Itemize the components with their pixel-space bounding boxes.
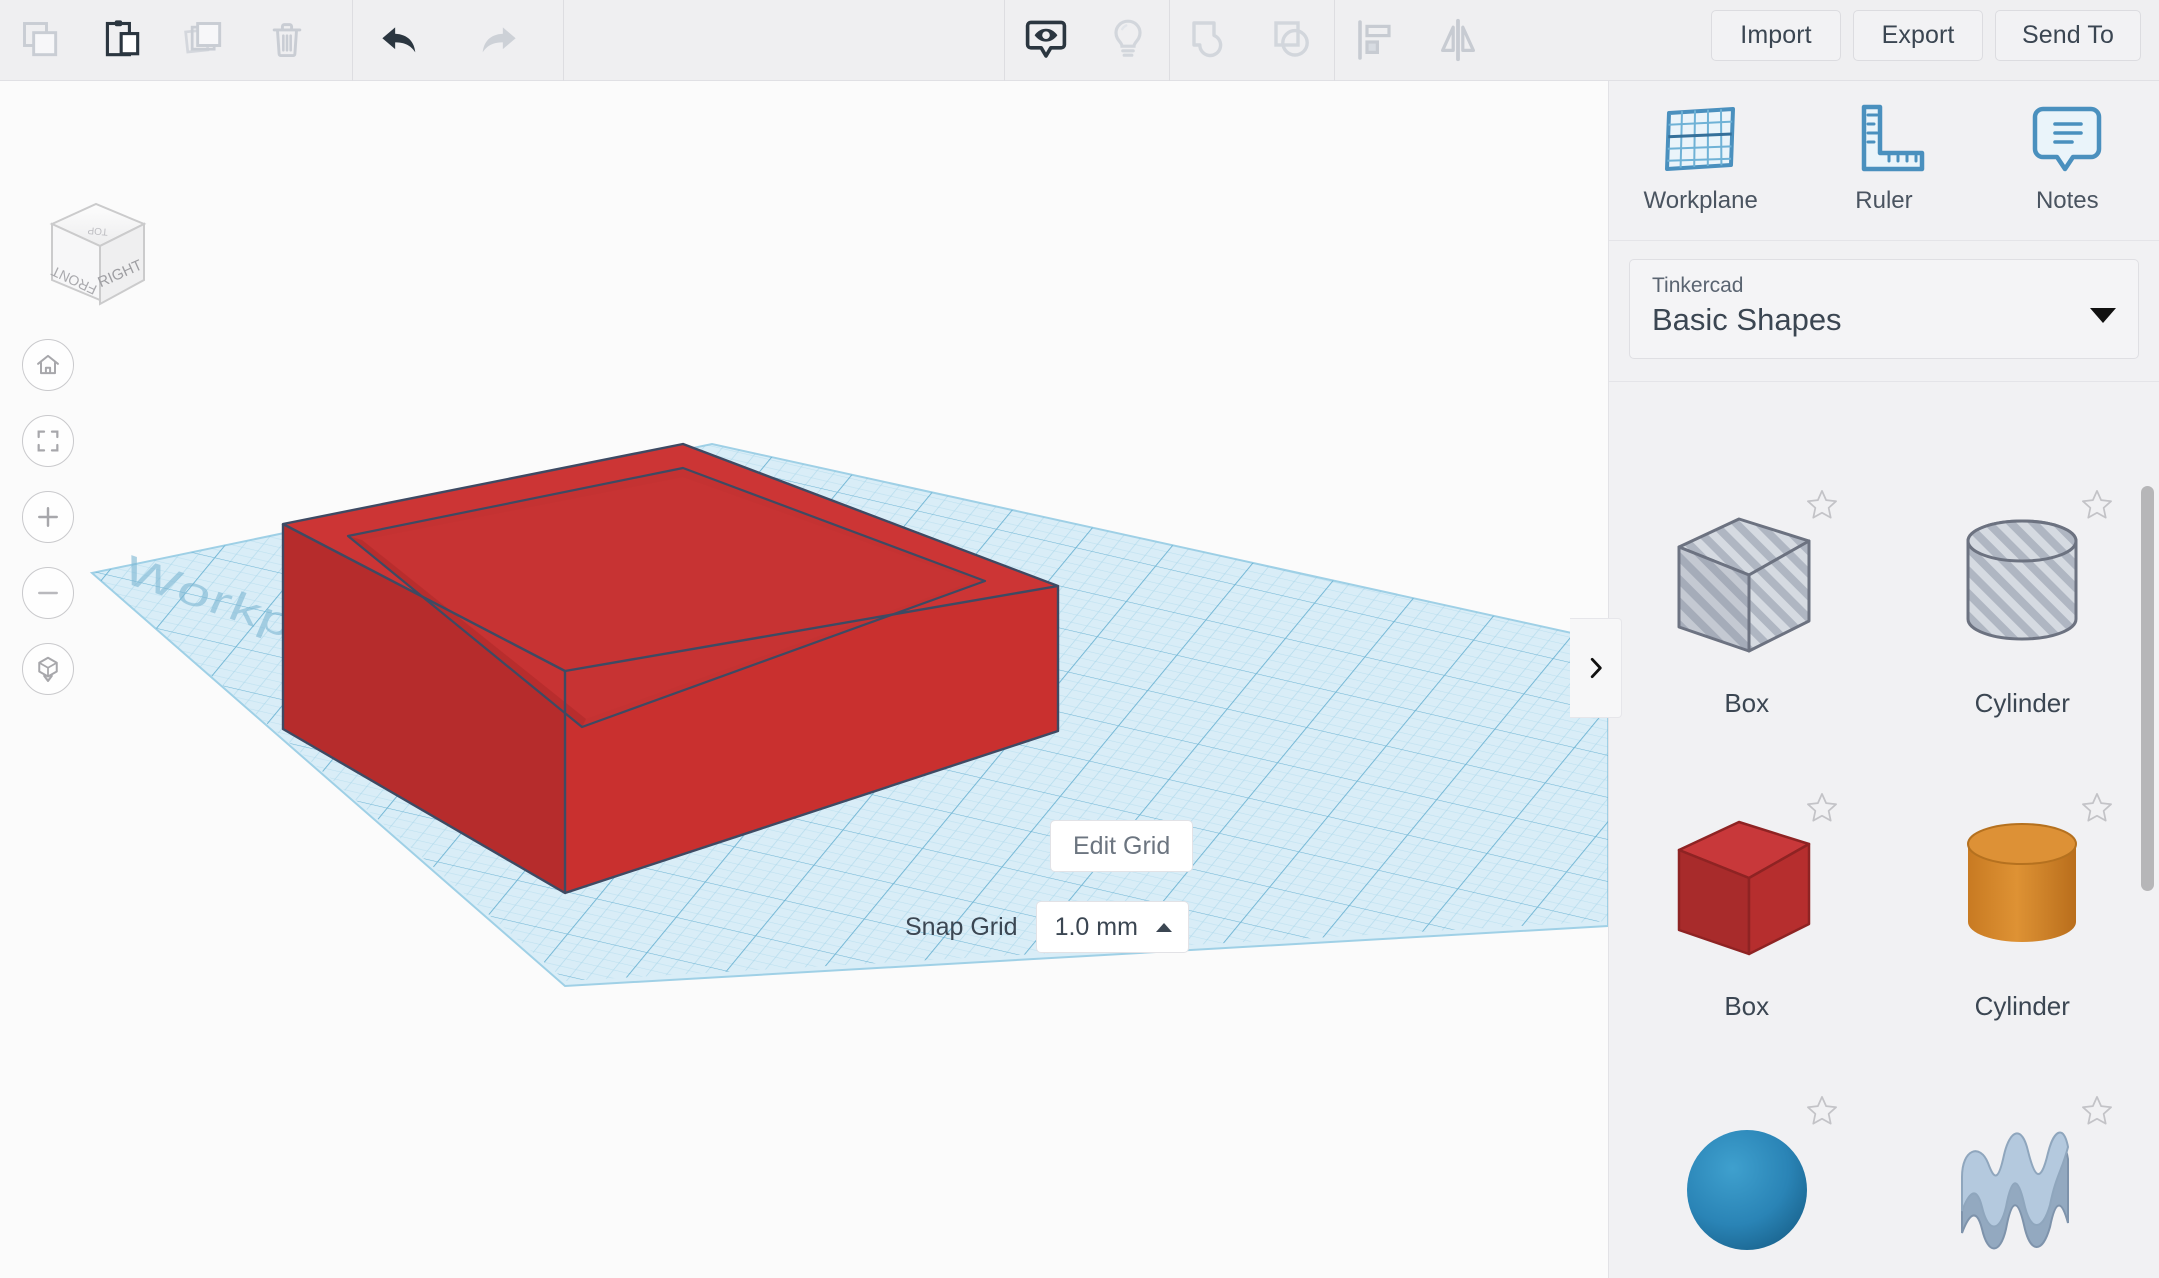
shape-card[interactable]: Cylinder [1885,464,2159,767]
shape-label: Cylinder [1975,688,2070,719]
zoom-in-button[interactable] [22,491,74,543]
tinkercad-editor: Import Export Send To [0,0,2159,1278]
ruler-tool[interactable]: Ruler [1809,99,1959,215]
zoom-out-button[interactable] [22,567,74,619]
group-tool-group [1170,0,1334,81]
snap-grid-select[interactable]: 1.0 mm [1036,901,1189,953]
ruler-icon [1842,99,1926,179]
group-button[interactable] [1170,0,1252,81]
library-provider: Tinkercad [1652,274,2116,298]
workplane-tool[interactable]: Workplane [1626,99,1776,215]
delete-button[interactable] [246,0,328,81]
favorite-star-icon[interactable] [1803,1092,1841,1130]
panel-collapse-button[interactable] [1570,618,1622,718]
fit-frame-icon [34,427,62,455]
redo-button[interactable] [449,0,545,81]
favorite-star-icon[interactable] [1803,789,1841,827]
duplicate-button[interactable] [164,0,246,81]
shape-library-select[interactable]: Tinkercad Basic Shapes [1629,259,2139,359]
chevron-right-icon [1583,648,1609,688]
view-tool-group [1005,0,1169,81]
snap-grid-control: Snap Grid 1.0 mm [905,901,1189,953]
panel-divider [1609,381,2159,382]
undo-arrow-icon [375,14,427,66]
arrange-tool-group [1335,0,1499,81]
perspective-toggle-button[interactable] [22,643,74,695]
duplicate-icon [183,18,227,62]
box-arrow-icon [33,654,63,684]
workplane-grid-icon [1659,99,1743,179]
toolbar-divider-2 [563,0,564,81]
ruler-tool-label: Ruler [1855,187,1912,215]
mirror-flip-icon [1434,16,1482,64]
send-to-button[interactable]: Send To [1995,10,2141,61]
home-view-button[interactable] [22,339,74,391]
panel-scrollbar-thumb[interactable] [2141,486,2154,891]
notes-tool-label: Notes [2036,187,2099,215]
copy-button[interactable] [0,0,82,81]
light-button[interactable] [1087,0,1169,81]
align-button[interactable] [1335,0,1417,81]
panel-tool-row: Workplane Ruler [1609,81,2159,241]
snap-grid-label: Snap Grid [905,913,1018,942]
shape-card[interactable]: Box [1609,464,1885,767]
top-toolbar: Import Export Send To [0,0,2159,81]
paste-button[interactable] [82,0,164,81]
shape-grid: Box [1609,464,2159,1278]
lightbulb-icon [1104,16,1152,64]
caret-up-icon [1156,923,1172,932]
home-icon [34,351,62,379]
favorite-star-icon[interactable] [2078,1092,2116,1130]
mirror-button[interactable] [1417,0,1499,81]
cube-face-top: TOP [87,224,109,237]
shape-label: Box [1724,991,1769,1022]
minus-icon [34,579,62,607]
shape-card[interactable]: Cylinder [1885,767,2159,1070]
eye-marker-icon [1022,16,1070,64]
paste-icon [101,18,145,62]
edit-grid-button[interactable]: Edit Grid [1050,820,1193,872]
3d-scene: Workplane [0,81,1608,1278]
shape-label: Cylinder [1975,991,2070,1022]
chevron-down-icon [2090,308,2116,323]
right-panel: Workplane Ruler [1608,81,2159,1278]
export-button[interactable]: Export [1853,10,1983,61]
3d-canvas[interactable]: Workplane [0,81,1608,1278]
show-hide-button[interactable] [1005,0,1087,81]
favorite-star-icon[interactable] [2078,789,2116,827]
redo-arrow-icon [471,14,523,66]
shape-library[interactable]: Box [1609,464,2159,1278]
notes-bubble-icon [2025,99,2109,179]
favorite-star-icon[interactable] [1803,486,1841,524]
fit-to-view-button[interactable] [22,415,74,467]
toolbar-actions: Import Export Send To [1711,10,2141,61]
plus-icon [34,503,62,531]
shape-card[interactable]: Scribble [1885,1070,2159,1278]
history-tool-group [353,0,545,81]
shape-label: Box [1724,688,1769,719]
shape-card[interactable]: Sphere [1609,1070,1885,1278]
notes-tool[interactable]: Notes [1992,99,2142,215]
ungroup-button[interactable] [1252,0,1334,81]
import-button[interactable]: Import [1711,10,1841,61]
group-shapes-icon [1187,16,1235,64]
undo-button[interactable] [353,0,449,81]
library-collection: Basic Shapes [1652,302,2116,338]
copy-icon [19,18,63,62]
align-icon [1352,16,1400,64]
snap-grid-value: 1.0 mm [1055,913,1138,942]
edit-tool-group [0,0,328,81]
favorite-star-icon[interactable] [2078,486,2116,524]
view-cube[interactable]: FRONT RIGHT TOP [30,186,165,321]
ungroup-shapes-icon [1269,16,1317,64]
trash-icon [265,18,309,62]
workplane-tool-label: Workplane [1644,187,1758,215]
view-nav-buttons [22,339,74,695]
shape-card[interactable]: Box [1609,767,1885,1070]
